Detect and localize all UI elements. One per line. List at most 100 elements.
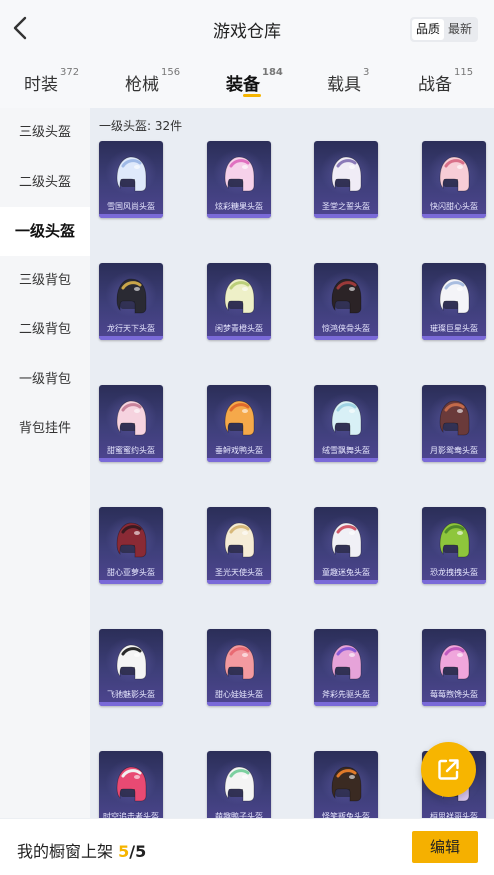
item-card[interactable]: 闲梦青橙头盔 [207, 263, 271, 340]
share-external-icon [438, 759, 459, 780]
showcase-status: 我的橱窗上架 5/5 [17, 838, 146, 862]
sidebar-item-level1-helmet[interactable]: 一级头盔 [0, 207, 90, 256]
tab-label: 战备 [418, 75, 452, 95]
helmet-icon [331, 644, 362, 680]
rarity-stripe [99, 580, 163, 584]
rarity-stripe [314, 214, 378, 218]
item-name: 璀璨巨星头盔 [430, 324, 478, 333]
rarity-stripe [99, 336, 163, 340]
sidebar-item-level3-backpack[interactable]: 三级背包 [0, 256, 90, 305]
rarity-stripe [314, 336, 378, 340]
helmet-icon [224, 766, 255, 802]
rarity-stripe [207, 336, 271, 340]
item-name: 圣光天使头盔 [215, 568, 263, 577]
rarity-stripe [422, 702, 486, 706]
item-name: 萌趣鸭子头盔 [215, 812, 263, 818]
item-name: 莓莓煦馋头盔 [430, 690, 478, 699]
rarity-stripe [207, 580, 271, 584]
tab-equipment[interactable]: 装备184 [226, 67, 283, 95]
tab-guns[interactable]: 枪械156 [125, 67, 181, 95]
tab-label: 时装 [24, 75, 58, 95]
tab-vehicles[interactable]: 载具3 [327, 67, 369, 95]
item-name: 龙行天下头盔 [107, 324, 155, 333]
item-card[interactable]: 甜心亚萝头盔 [99, 507, 163, 584]
helmet-icon [224, 522, 255, 558]
item-name: 甜蜜蜜约头盔 [107, 446, 155, 455]
showcase-total: /5 [129, 842, 147, 861]
item-card[interactable]: 圣堂之誓头盔 [314, 141, 378, 218]
sort-by-newest-button[interactable]: 最新 [444, 19, 476, 40]
helmet-icon [439, 522, 470, 558]
active-tab-indicator [243, 94, 261, 97]
tab-count: 156 [161, 67, 181, 78]
item-name: 恐龙拽拽头盔 [430, 568, 478, 577]
tab-label: 装备 [226, 75, 260, 95]
rarity-stripe [422, 214, 486, 218]
helmet-icon [331, 278, 362, 314]
item-card[interactable]: 萌趣鸭子头盔 [207, 751, 271, 818]
rarity-stripe [99, 458, 163, 462]
top-header: 游戏仓库 品质 最新 [0, 0, 494, 58]
item-name: 怪笑叛兔头盔 [322, 812, 370, 818]
item-name: 垂鲟戏鸭头盔 [215, 446, 263, 455]
sidebar: 三级头盔 二级头盔 一级头盔 三级背包 二级背包 一级背包 背包挂件 [0, 108, 90, 818]
item-card[interactable]: 莓莓煦馋头盔 [422, 629, 486, 706]
sort-toggle: 品质 最新 [409, 17, 478, 42]
item-card[interactable]: 甜蜜蜜约头盔 [99, 385, 163, 462]
helmet-icon [224, 400, 255, 436]
bottom-bar: 我的橱窗上架 5/5 编辑 [0, 818, 494, 875]
item-card[interactable]: 惊鸿侠骨头盔 [314, 263, 378, 340]
tab-count: 115 [454, 67, 474, 78]
item-name: 甜心亚萝头盔 [107, 568, 155, 577]
share-fab[interactable] [421, 742, 476, 797]
sort-by-quality-button[interactable]: 品质 [411, 19, 444, 40]
tab-supplies[interactable]: 战备115 [418, 67, 474, 95]
item-card[interactable]: 怪笑叛兔头盔 [314, 751, 378, 818]
rarity-stripe [422, 580, 486, 584]
item-name: 斧彩先驱头盔 [322, 690, 370, 699]
item-card[interactable]: 飞驰魅影头盔 [99, 629, 163, 706]
helmet-icon [116, 522, 147, 558]
item-card[interactable]: 快闪甜心头盔 [422, 141, 486, 218]
helmet-icon [224, 278, 255, 314]
helmet-icon [116, 278, 147, 314]
category-tabs: 时装372 枪械156 装备184 载具3 战备115 [0, 58, 494, 108]
item-name: 炫彩糖果头盔 [215, 202, 263, 211]
item-card[interactable]: 恐龙拽拽头盔 [422, 507, 486, 584]
sidebar-item-level3-helmet[interactable]: 三级头盔 [0, 108, 90, 157]
rarity-stripe [207, 458, 271, 462]
helmet-icon [439, 644, 470, 680]
item-card[interactable]: 雪国风尚头盔 [99, 141, 163, 218]
helmet-icon [331, 400, 362, 436]
sidebar-item-level2-helmet[interactable]: 二级头盔 [0, 158, 90, 207]
tab-fashion[interactable]: 时装372 [24, 67, 80, 95]
item-card[interactable]: 月影鸳鸯头盔 [422, 385, 486, 462]
item-card[interactable]: 斧彩先驱头盔 [314, 629, 378, 706]
item-name: 童趣迷兔头盔 [322, 568, 370, 577]
rarity-stripe [314, 702, 378, 706]
item-card[interactable]: 绒雪飘舞头盔 [314, 385, 378, 462]
tab-count: 372 [60, 67, 80, 78]
tab-label: 枪械 [125, 75, 159, 95]
item-card[interactable]: 炫彩糖果头盔 [207, 141, 271, 218]
item-name: 甜心娃娃头盔 [215, 690, 263, 699]
rarity-stripe [207, 702, 271, 706]
sidebar-item-backpack-charm[interactable]: 背包挂件 [0, 404, 90, 453]
item-card[interactable]: 童趣迷兔头盔 [314, 507, 378, 584]
item-card[interactable]: 垂鲟戏鸭头盔 [207, 385, 271, 462]
tab-count: 184 [262, 67, 283, 78]
item-grid: 一级头盔: 32件 雪国风尚头盔 炫彩糖果头盔 圣堂之誓头盔 快闪甜心头盔 龙行天下头盔… [90, 108, 494, 818]
item-card[interactable]: 龙行天下头盔 [99, 263, 163, 340]
helmet-icon [116, 400, 147, 436]
rarity-stripe [314, 458, 378, 462]
item-card[interactable]: 甜心娃娃头盔 [207, 629, 271, 706]
rarity-stripe [422, 458, 486, 462]
item-card[interactable]: 圣光天使头盔 [207, 507, 271, 584]
sidebar-item-level1-backpack[interactable]: 一级背包 [0, 355, 90, 404]
edit-button[interactable]: 编辑 [412, 831, 478, 863]
helmet-icon [439, 278, 470, 314]
item-card[interactable]: 时空追击者头盔 [99, 751, 163, 818]
rarity-stripe [314, 580, 378, 584]
sidebar-item-level2-backpack[interactable]: 二级背包 [0, 305, 90, 354]
item-card[interactable]: 璀璨巨星头盔 [422, 263, 486, 340]
